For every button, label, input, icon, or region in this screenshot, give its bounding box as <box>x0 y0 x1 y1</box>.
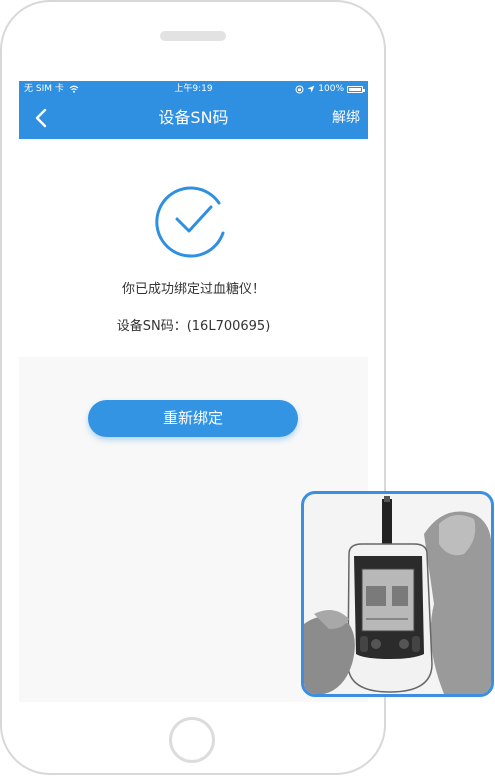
rebind-button[interactable]: 重新绑定 <box>88 400 298 437</box>
nav-bar: 设备SN码 解绑 <box>19 97 368 139</box>
status-bar: 无 SIM 卡 上午9:19 100% <box>19 81 368 97</box>
success-card: 你已成功绑定过血糖仪！ 设备SN码：(16L700695) <box>19 139 368 357</box>
battery-percent: 100% <box>318 84 344 94</box>
phone-speaker <box>160 31 226 41</box>
battery-icon <box>347 85 365 93</box>
check-circle-icon <box>155 186 225 258</box>
location-arrow-icon <box>307 85 315 93</box>
home-button <box>169 717 215 763</box>
status-right: 100% <box>295 81 365 97</box>
orientation-lock-icon <box>295 85 304 93</box>
unbind-button[interactable]: 解绑 <box>332 97 360 139</box>
glucose-meter-photo <box>301 491 494 697</box>
success-message: 你已成功绑定过血糖仪！ <box>121 282 265 297</box>
device-sn: 设备SN码：(16L700695) <box>116 319 271 334</box>
glucose-meter-illustration <box>304 496 491 694</box>
page-title: 设备SN码 <box>158 108 229 127</box>
